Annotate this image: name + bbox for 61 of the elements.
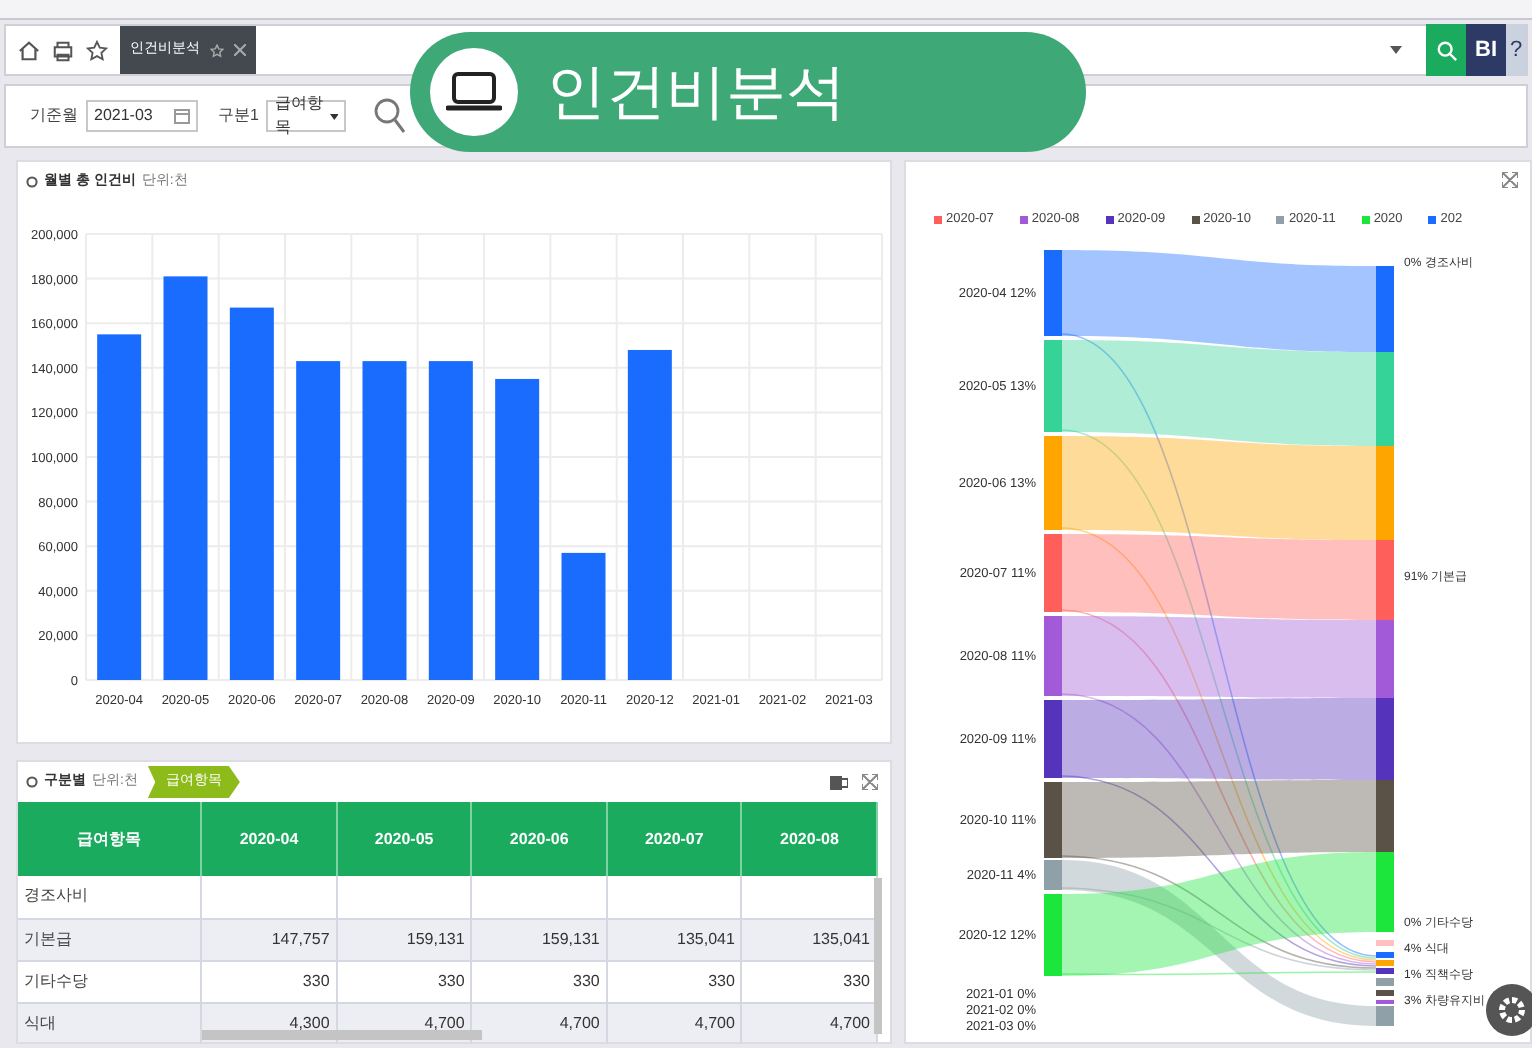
sankey-node: [1376, 620, 1394, 698]
horizontal-scrollbar[interactable]: [202, 1030, 482, 1040]
search-button[interactable]: [1426, 24, 1466, 76]
sankey-node: [1376, 540, 1394, 620]
expand-icon[interactable]: [862, 774, 878, 790]
help-button[interactable]: ?: [1506, 24, 1526, 76]
bar: [561, 552, 606, 680]
table-cell: 135,041: [606, 918, 742, 960]
table-cell: 330: [336, 960, 472, 1002]
table-cell: [471, 876, 607, 918]
sankey-node: [1376, 852, 1394, 932]
sankey-node: [1376, 978, 1394, 986]
sankey-node: [1376, 780, 1394, 852]
group-select[interactable]: 급여항목: [266, 100, 347, 132]
column-header[interactable]: 2020-05: [336, 802, 472, 876]
home-icon[interactable]: [18, 39, 40, 61]
table-cell: 기타수당: [18, 960, 202, 1002]
sankey-node: [1376, 266, 1394, 352]
calendar-icon[interactable]: [174, 108, 190, 124]
table-cell: 기본급: [18, 918, 202, 960]
dropdown-caret-icon[interactable]: [1390, 46, 1402, 54]
excel-icon[interactable]: [830, 773, 848, 791]
month-label: 기준월: [30, 104, 78, 128]
circle-bullet-icon: [26, 776, 38, 788]
table-cell: 330: [606, 960, 742, 1002]
table-cell: 4,700: [606, 1002, 742, 1042]
close-icon[interactable]: [234, 44, 246, 56]
table-cell: [606, 876, 742, 918]
month-input-field[interactable]: 2021-03: [86, 100, 198, 132]
column-header[interactable]: 2020-04: [201, 802, 337, 876]
sankey-node: [1376, 698, 1394, 780]
table-cell: [201, 876, 337, 918]
circle-bullet-icon: [26, 176, 38, 188]
vertical-scrollbar[interactable]: [874, 878, 882, 1034]
group-label: 구분1: [218, 104, 259, 128]
settings-icon: [1494, 992, 1530, 1028]
column-header[interactable]: 2020-07: [606, 802, 742, 876]
bi-button[interactable]: BI: [1466, 24, 1506, 76]
table-cell: 경조사비: [18, 876, 202, 918]
table-cell: 330: [471, 960, 607, 1002]
search-icon: [1435, 39, 1457, 61]
sankey-node: [1376, 352, 1394, 446]
table-cell: 330: [201, 960, 337, 1002]
sankey-node: [1376, 446, 1394, 540]
table-cell: 147,757: [201, 918, 337, 960]
table-cell: 159,131: [471, 918, 607, 960]
star-icon[interactable]: [210, 43, 224, 57]
caret-icon: [330, 113, 339, 119]
column-header[interactable]: 2020-08: [741, 802, 877, 876]
table-cell: [336, 876, 472, 918]
sankey-node: [1376, 990, 1394, 996]
table-cell: 159,131: [336, 918, 472, 960]
badge-title: 인건비분석: [546, 57, 846, 129]
print-icon[interactable]: [52, 39, 74, 61]
expand-icon[interactable]: [1502, 172, 1518, 188]
star-icon[interactable]: [86, 39, 108, 61]
search-icon[interactable]: [374, 98, 407, 134]
laptop-icon: [446, 70, 502, 114]
sankey-node: [1376, 940, 1394, 946]
column-header[interactable]: 2020-06: [471, 802, 607, 876]
column-header[interactable]: 급여항목: [18, 802, 202, 876]
